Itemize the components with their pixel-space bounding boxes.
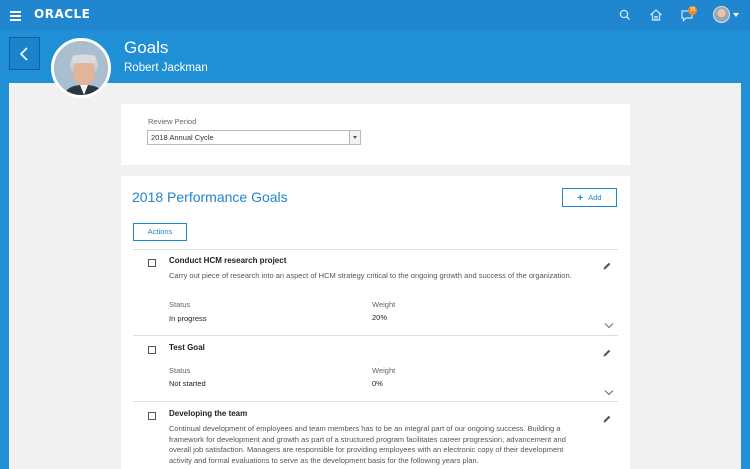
expand-chevron-icon[interactable] [604,322,614,329]
notification-count-badge: 15 [688,6,697,15]
weight-value: 0% [372,379,383,388]
plus-icon: + [577,193,584,204]
add-label: Add [588,193,602,202]
oracle-logo[interactable]: ORACLE [34,7,90,21]
section-title: 2018 Performance Goals [132,189,288,205]
edit-pencil-icon[interactable] [602,414,612,424]
user-menu-chevron-down-icon[interactable] [733,13,739,17]
weight-label: Weight [372,366,396,375]
goal-title[interactable]: Conduct HCM research project [169,256,286,265]
status-label: Status [169,300,191,309]
person-name: Robert Jackman [124,62,208,74]
goal-description: Continual development of employees and t… [169,424,566,465]
goal-description: Carry out piece of research into an aspe… [169,271,572,280]
edit-pencil-icon[interactable] [602,261,612,271]
add-goal-button[interactable]: + Add [562,188,617,207]
weight-value: 20% [372,313,388,322]
expand-chevron-icon[interactable] [604,389,614,396]
dropdown-arrow-icon[interactable] [349,131,360,144]
weight-label: Weight [372,300,396,309]
review-period-select[interactable]: 2018 Annual Cycle [147,130,361,145]
home-icon[interactable] [648,7,664,23]
page-title: Goals [124,38,169,57]
hamburger-menu-icon[interactable] [10,11,21,21]
back-chevron-icon [19,47,28,61]
page-header [0,30,750,82]
employee-photo [51,38,111,98]
goal-checkbox[interactable] [148,259,156,267]
review-period-value: 2018 Annual Cycle [151,133,214,142]
divider [133,249,618,250]
goal-checkbox[interactable] [148,346,156,354]
global-header [0,0,750,30]
user-avatar[interactable] [713,6,730,23]
search-icon[interactable] [617,7,633,23]
review-period-label: Review Period [148,117,197,126]
status-value: In progress [169,314,207,323]
back-button[interactable] [9,37,40,70]
goal-checkbox[interactable] [148,412,156,420]
edit-pencil-icon[interactable] [602,348,612,358]
status-value: Not started [169,379,206,388]
goal-title[interactable]: Test Goal [169,343,205,352]
divider [133,401,618,402]
divider [133,335,618,336]
status-label: Status [169,366,191,375]
goal-title[interactable]: Developing the team [169,409,247,418]
actions-button[interactable]: Actions [133,223,187,241]
